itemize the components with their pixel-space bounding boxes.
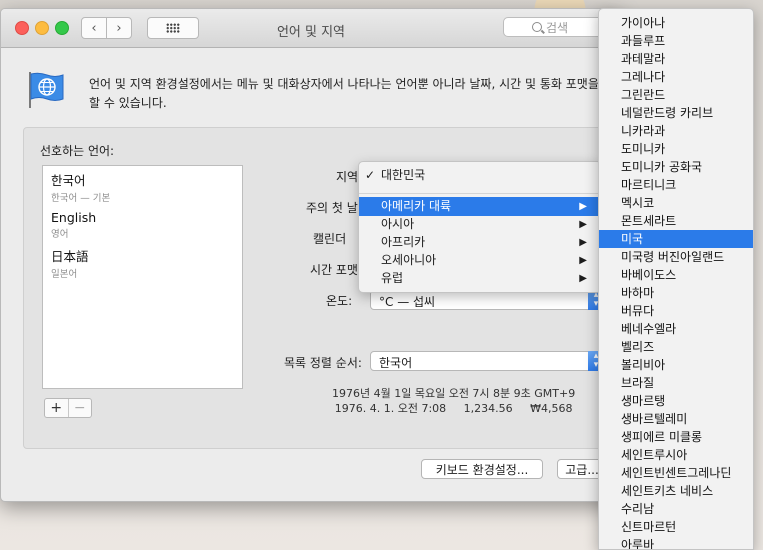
temperature-select[interactable]: °C — 섭씨 ▴ ▾ xyxy=(370,290,604,310)
triangle-right-icon: ▶ xyxy=(579,219,587,230)
sort-order-select[interactable]: 한국어 ▴ ▾ xyxy=(370,351,604,371)
list-item[interactable]: 한국어 한국어 — 기본 xyxy=(43,166,242,206)
country-item[interactable]: 과테말라 xyxy=(599,50,753,68)
country-item[interactable]: 그레나다 xyxy=(599,68,753,86)
region-label: 지역 xyxy=(336,170,359,184)
sort-order-value: 한국어 xyxy=(379,356,413,370)
country-item[interactable]: 바베이도스 xyxy=(599,266,753,284)
triangle-right-icon: ▶ xyxy=(579,237,587,248)
country-item[interactable]: 멕시코 xyxy=(599,194,753,212)
language-subtitle: 영어 xyxy=(51,229,69,240)
language-name: 日本語 xyxy=(51,249,89,264)
triangle-right-icon: ▶ xyxy=(579,201,587,212)
country-item[interactable]: 신트마르턴 xyxy=(599,518,753,536)
search-placeholder: 검색 xyxy=(546,20,569,35)
language-subtitle: 일본어 xyxy=(51,269,78,280)
country-item[interactable]: 브라질 xyxy=(599,374,753,392)
menu-separator xyxy=(359,193,601,194)
country-item[interactable]: 생피에르 미클롱 xyxy=(599,428,753,446)
country-item[interactable]: 마르티니크 xyxy=(599,176,753,194)
globe-flag-icon xyxy=(29,72,64,108)
region-popup-menu: ✓ 대한민국 아메리카 대륙 ▶ 아시아 ▶ 아프리카 ▶ 오세아니아 ▶ 유럽 ▶ xyxy=(358,161,602,293)
description-text: 언어 및 지역 환경설정에서는 메뉴 및 대화상자에서 나타나는 언어뿐 아니라… xyxy=(89,77,622,110)
preferred-languages-label: 선호하는 언어: xyxy=(40,144,115,158)
keyboard-preferences-button[interactable]: 키보드 환경설정... xyxy=(421,459,543,479)
country-item-selected[interactable]: 미국 xyxy=(599,230,753,248)
language-subtitle: 한국어 — 기본 xyxy=(51,193,111,204)
triangle-right-icon: ▶ xyxy=(579,255,587,266)
language-name: English xyxy=(51,210,97,225)
language-list[interactable]: 한국어 한국어 — 기본 English 영어 日本語 일본어 xyxy=(42,165,243,389)
sample-short-date: 1976. 4. 1. 오전 7:08 1,234.56 ₩4,568 xyxy=(334,402,573,415)
country-item[interactable]: 볼리비아 xyxy=(599,356,753,374)
sample-long-date: 1976년 4월 1일 목요일 오전 7시 8분 9초 GMT+9 xyxy=(332,387,576,400)
americas-submenu: 가이아나 과들루프 과테말라 그레나다 그린란드 네덜란드령 카리브 니카라과 … xyxy=(598,8,754,550)
country-item[interactable]: 도미니카 xyxy=(599,140,753,158)
country-item[interactable]: 몬트세라트 xyxy=(599,212,753,230)
country-item[interactable]: 생마르탱 xyxy=(599,392,753,410)
region-menu-oceania[interactable]: 오세아니아 ▶ xyxy=(359,251,601,270)
add-language-button[interactable]: + xyxy=(45,399,68,417)
list-item[interactable]: 日本語 일본어 xyxy=(43,242,242,282)
country-item[interactable]: 네덜란드령 카리브 xyxy=(599,104,753,122)
country-item[interactable]: 미국령 버진아일랜드 xyxy=(599,248,753,266)
add-remove-control: + − xyxy=(44,398,92,418)
remove-language-button[interactable]: − xyxy=(67,399,92,417)
list-item[interactable]: English 영어 xyxy=(43,206,242,242)
temperature-label: 온도: xyxy=(326,294,353,308)
region-menu-europe[interactable]: 유럽 ▶ xyxy=(359,269,601,288)
country-item[interactable]: 니카라과 xyxy=(599,122,753,140)
country-item[interactable]: 가이아나 xyxy=(599,14,753,32)
calendar-label: 캘린더 xyxy=(313,232,347,246)
temperature-value: °C — 섭씨 xyxy=(379,295,436,309)
sort-order-label: 목록 정렬 순서: xyxy=(284,356,362,370)
language-name: 한국어 xyxy=(51,173,86,188)
country-item[interactable]: 도미니카 공화국 xyxy=(599,158,753,176)
country-item[interactable]: 벨리즈 xyxy=(599,338,753,356)
title-bar: ‹ › 언어 및 지역 검색 xyxy=(1,9,621,48)
country-item[interactable]: 세인트빈센트그레나딘 xyxy=(599,464,753,482)
country-item[interactable]: 세인트루시아 xyxy=(599,446,753,464)
region-option-checked[interactable]: ✓ 대한민국 xyxy=(359,166,601,185)
search-icon xyxy=(532,22,542,32)
country-item[interactable]: 생바르텔레미 xyxy=(599,410,753,428)
time-format-label: 시간 포맷 xyxy=(310,263,358,277)
region-menu-americas[interactable]: 아메리카 대륙 ▶ xyxy=(359,197,601,216)
triangle-right-icon: ▶ xyxy=(579,273,587,284)
country-item[interactable]: 세인트키츠 네비스 xyxy=(599,482,753,500)
checkmark-icon: ✓ xyxy=(365,168,376,182)
country-item[interactable]: 과들루프 xyxy=(599,32,753,50)
country-item[interactable]: 아루바 xyxy=(599,536,753,549)
country-item[interactable]: 버뮤다 xyxy=(599,302,753,320)
country-item[interactable]: 바하마 xyxy=(599,284,753,302)
first-day-label: 주의 첫 날 xyxy=(306,201,358,215)
country-item[interactable]: 베네수엘라 xyxy=(599,320,753,338)
region-menu-africa[interactable]: 아프리카 ▶ xyxy=(359,233,601,252)
country-item[interactable]: 그린란드 xyxy=(599,86,753,104)
region-menu-asia[interactable]: 아시아 ▶ xyxy=(359,215,601,234)
format-sample: 1976년 4월 1일 목요일 오전 7시 8분 9초 GMT+9 1976. … xyxy=(332,386,575,416)
country-item[interactable]: 수리남 xyxy=(599,500,753,518)
